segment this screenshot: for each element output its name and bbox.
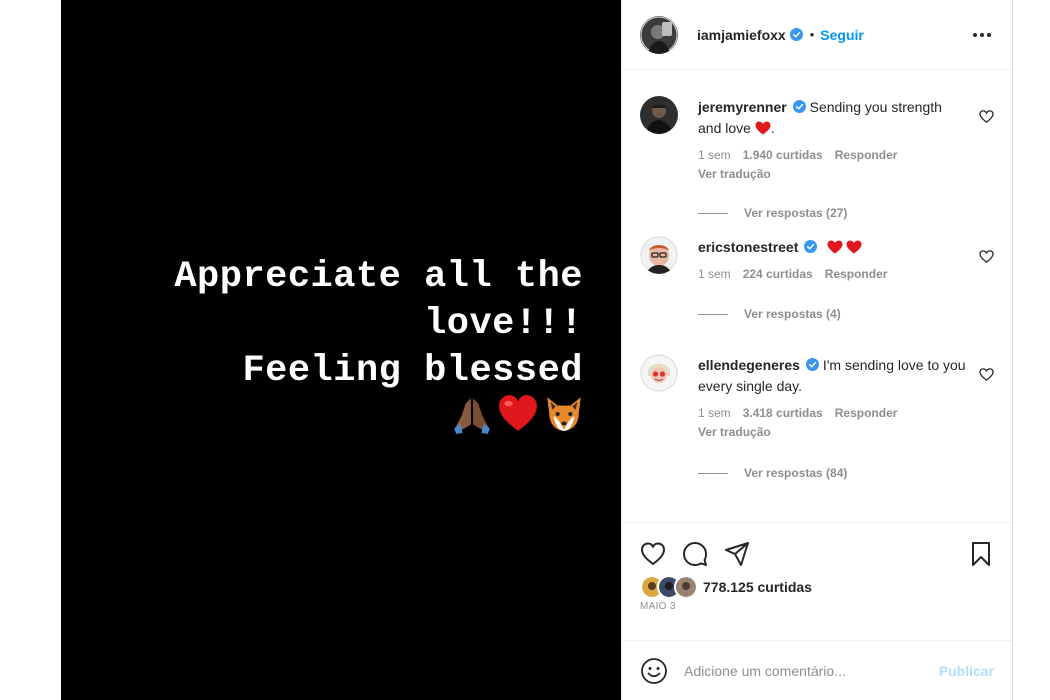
verified-badge-icon [789,28,803,41]
view-replies-label: Ver respostas (84) [744,466,848,480]
comment-input[interactable]: Adicione um comentário... [684,663,939,679]
red-heart-icon [827,240,843,254]
post-dialog: Appreciate all the love!!! Feeling bless… [61,0,1013,700]
comment-item: ericstonestreet 1 sem 224 curtidas Respo… [640,224,994,342]
verified-badge-icon [792,100,806,113]
emoji-smiley-icon[interactable] [640,657,668,685]
comment-text-end: . [770,120,775,136]
like-comment-heart-icon[interactable] [979,249,994,264]
separator-dot: • [809,27,815,42]
view-replies-button[interactable]: Ver respostas (27) [698,206,968,220]
view-replies-label: Ver respostas (27) [744,206,848,220]
story-line: Feeling blessed [242,350,583,392]
like-heart-icon[interactable] [640,541,666,567]
comment-time[interactable]: 1 sem [698,406,731,420]
avatar[interactable] [640,96,678,134]
post-actions: 778.125 curtidas MAIO 3 [622,522,1012,640]
post-author-username[interactable]: iamjamiefoxx [697,27,786,43]
add-comment-bar: Adicione um comentário... Publicar [622,640,1012,700]
comment-likes[interactable]: 3.418 curtidas [743,406,823,420]
like-comment-heart-icon[interactable] [979,109,994,124]
avatar [674,575,698,599]
comment-username[interactable]: jeremyrenner [698,99,787,115]
see-translation-button[interactable]: Ver tradução [698,425,968,439]
reply-button[interactable]: Responder [825,267,888,281]
view-replies-button[interactable]: Ver respostas (4) [698,307,968,321]
reply-button[interactable]: Responder [835,406,898,420]
comment-meta: 1 sem 224 curtidas Responder [698,267,968,281]
view-replies-button[interactable]: Ver respostas (84) [698,466,968,480]
action-icons [640,539,994,569]
follow-button[interactable]: Seguir [820,27,864,43]
comment-meta: 1 sem 3.418 curtidas Responder [698,406,968,420]
avatar[interactable] [640,236,678,274]
replies-divider [698,472,728,474]
reply-button[interactable]: Responder [835,148,898,162]
avatar[interactable] [640,354,678,392]
story-caption: Appreciate all the love!!! Feeling bless… [103,254,583,395]
replies-divider [698,313,728,315]
folded-hands-icon [454,398,490,434]
replies-divider [698,212,728,214]
red-heart-icon [846,240,862,254]
bookmark-icon[interactable] [968,541,994,567]
post-sidebar: iamjamiefoxx • Seguir jeremyrenner Sendi… [621,0,1013,700]
red-heart-icon [755,121,771,135]
comment-likes[interactable]: 224 curtidas [743,267,813,281]
comment-bubble-icon[interactable] [682,541,708,567]
comment-item: jeremyrenner Sending you strength and lo… [640,84,994,224]
story-emojis [451,392,585,436]
comment-likes[interactable]: 1.940 curtidas [743,148,823,162]
comment-username[interactable]: ericstonestreet [698,239,798,255]
comment-item: ellendegeneres I'm sending love to you e… [640,342,994,492]
comment-username[interactable]: ellendegeneres [698,357,800,373]
share-paper-plane-icon[interactable] [724,541,750,567]
view-replies-label: Ver respostas (4) [744,307,841,321]
avatar[interactable] [640,15,678,54]
comment-meta: 1 sem 1.940 curtidas Responder [698,148,968,162]
likes-summary[interactable]: 778.125 curtidas [640,575,994,599]
story-line: love!!! [424,303,583,345]
like-comment-heart-icon[interactable] [979,367,994,382]
post-media[interactable]: Appreciate all the love!!! Feeling bless… [61,0,621,700]
post-header: iamjamiefoxx • Seguir [622,0,1012,70]
comment-time[interactable]: 1 sem [698,267,731,281]
ellipsis-icon[interactable] [970,23,994,47]
verified-badge-icon [804,240,818,253]
comment-time[interactable]: 1 sem [698,148,731,162]
story-line: Appreciate all the [174,256,583,298]
fox-icon [547,397,581,431]
red-heart-icon [499,395,537,431]
post-date: MAIO 3 [640,601,676,612]
see-translation-button[interactable]: Ver tradução [698,167,968,181]
likes-count[interactable]: 778.125 curtidas [703,579,812,595]
publish-button[interactable]: Publicar [939,663,994,679]
comments-list[interactable]: jeremyrenner Sending you strength and lo… [622,70,1012,522]
verified-badge-icon [805,358,819,371]
